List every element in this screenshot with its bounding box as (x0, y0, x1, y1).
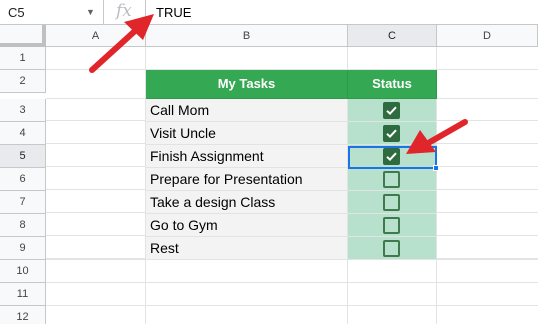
row-lines-side (437, 98, 538, 259)
name-box[interactable]: C5 ▼ (0, 0, 104, 25)
fill-handle[interactable] (433, 165, 439, 171)
row-header-8[interactable]: 8 (0, 214, 46, 237)
table-header-status[interactable]: Status (348, 70, 437, 99)
task-cell[interactable]: Take a design Class (146, 191, 348, 214)
checkbox-unchecked[interactable] (383, 217, 400, 234)
row-header-12[interactable]: 12 (0, 306, 46, 324)
row-header-5[interactable]: 5 (0, 145, 46, 168)
checkbox-checked[interactable] (383, 125, 400, 142)
task-cell[interactable]: Rest (146, 237, 348, 260)
row-header-11[interactable]: 11 (0, 283, 46, 306)
status-cell-selected[interactable] (348, 145, 437, 168)
task-cell[interactable]: Go to Gym (146, 214, 348, 237)
task-cell[interactable]: Visit Uncle (146, 122, 348, 145)
row-header-6[interactable]: 6 (0, 168, 46, 191)
formula-input[interactable]: TRUE (156, 5, 191, 20)
row-header-7[interactable]: 7 (0, 191, 46, 214)
row-header-3[interactable]: 3 (0, 99, 46, 122)
fx-label: fx (116, 1, 132, 21)
status-cell[interactable] (348, 122, 437, 145)
status-cell[interactable] (348, 214, 437, 237)
status-cell[interactable] (348, 168, 437, 191)
task-cell[interactable]: Prepare for Presentation (146, 168, 348, 191)
checkbox-unchecked[interactable] (383, 240, 400, 257)
column-header-c[interactable]: C (348, 25, 437, 47)
row-header-9[interactable]: 9 (0, 237, 46, 260)
checkbox-unchecked[interactable] (383, 194, 400, 211)
cell-reference: C5 (8, 5, 25, 20)
column-header-b[interactable]: B (146, 25, 348, 47)
status-cell[interactable] (348, 99, 437, 122)
row-header-10[interactable]: 10 (0, 260, 46, 283)
row-header-2[interactable]: 2 (0, 70, 46, 93)
task-cell[interactable]: Call Mom (146, 99, 348, 122)
checkbox-checked[interactable] (383, 148, 400, 165)
status-cell[interactable] (348, 191, 437, 214)
column-header-a[interactable]: A (46, 25, 146, 47)
table-header-tasks[interactable]: My Tasks (146, 70, 348, 99)
formula-bar: C5 ▼ fx TRUE (0, 0, 538, 25)
lower-row-lines (46, 305, 538, 306)
row-header-1[interactable]: 1 (0, 47, 46, 70)
select-all-corner[interactable] (0, 25, 46, 47)
task-cell[interactable]: Finish Assignment (146, 145, 348, 168)
row-header-4[interactable]: 4 (0, 122, 46, 145)
status-cell[interactable] (348, 237, 437, 260)
chevron-down-icon[interactable]: ▼ (86, 7, 95, 17)
lower-row-lines (46, 282, 538, 283)
row-lines-side (46, 98, 146, 259)
checkbox-checked[interactable] (383, 102, 400, 119)
column-header-d[interactable]: D (437, 25, 538, 47)
checkbox-unchecked[interactable] (383, 171, 400, 188)
fx-icon: fx (104, 0, 146, 25)
